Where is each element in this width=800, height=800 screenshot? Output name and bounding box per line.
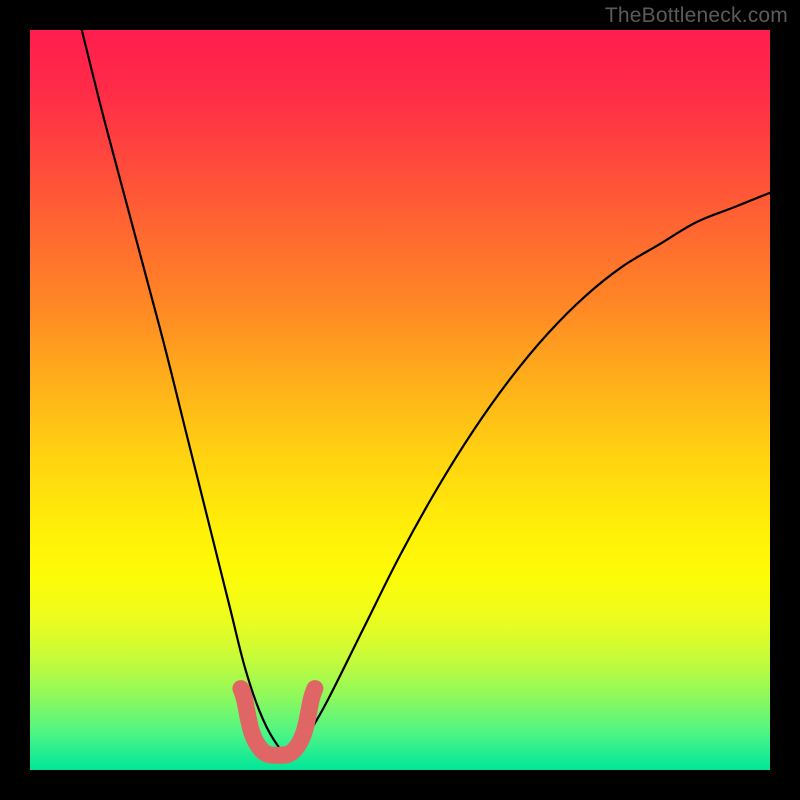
bottleneck-curve (82, 30, 770, 755)
watermark-text: TheBottleneck.com (605, 4, 788, 28)
plot-area (30, 30, 770, 770)
chart-frame: TheBottleneck.com (0, 0, 800, 800)
curve-layer (30, 30, 770, 770)
